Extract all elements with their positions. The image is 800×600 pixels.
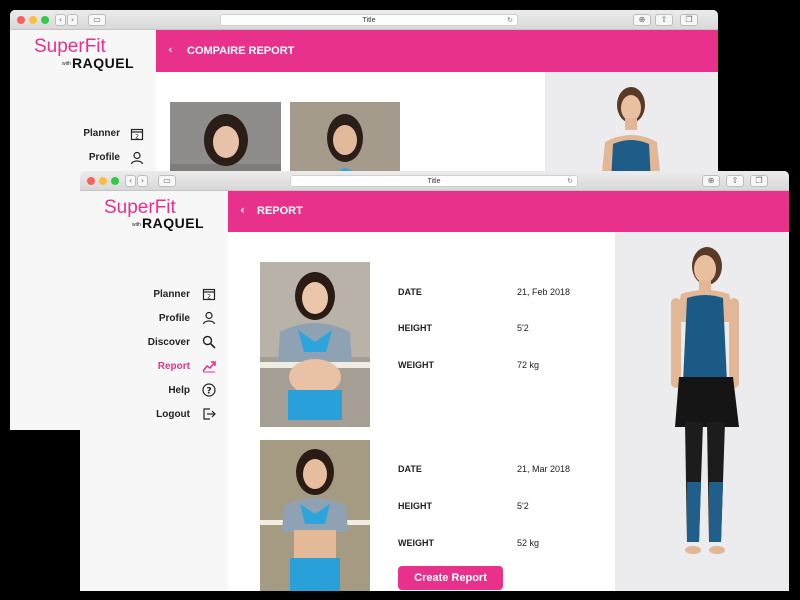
sidebar-item-label: Report: [157, 361, 190, 372]
page-title: Title: [362, 17, 376, 24]
sidebar-item-planner[interactable]: Planner 2: [10, 127, 156, 141]
share-icon[interactable]: ⇧: [655, 14, 673, 26]
sidebar-item-label: Discover: [147, 337, 190, 348]
sidebar-item-report[interactable]: Report: [80, 359, 228, 374]
header-title: COMPAIRE REPORT: [187, 45, 295, 57]
weight-value: 52 kg: [517, 538, 540, 548]
forward-nav-button[interactable]: ›: [137, 175, 148, 187]
calendar-icon: 2: [130, 128, 144, 141]
sidebar-item-label: Help: [168, 385, 190, 396]
download-icon[interactable]: ⊕: [633, 14, 651, 26]
weight-label: WEIGHT: [398, 538, 434, 548]
sidebar-item-label: Planner: [83, 128, 120, 139]
sidebar-item-label: Logout: [156, 409, 190, 420]
address-bar[interactable]: Title ↻: [220, 14, 518, 26]
logo-raquel: RAQUEL: [142, 215, 205, 231]
user-icon: [202, 311, 216, 325]
back-nav-button[interactable]: ‹: [55, 14, 66, 26]
share-icon[interactable]: ⇧: [726, 175, 744, 187]
svg-text:2: 2: [135, 134, 139, 141]
download-icon[interactable]: ⊕: [702, 175, 720, 187]
sidebar-item-help[interactable]: Help ?: [80, 383, 228, 398]
back-chevron-icon[interactable]: ‹: [240, 203, 245, 217]
height-label: HEIGHT: [398, 501, 433, 511]
sidebar-toggle-icon[interactable]: ▭: [158, 175, 176, 187]
minimize-window-button[interactable]: [29, 16, 37, 24]
progress-photo: [260, 262, 370, 427]
address-bar[interactable]: Title ↻: [290, 175, 578, 187]
maximize-window-button[interactable]: [41, 16, 49, 24]
page-header: ‹ REPORT: [228, 191, 789, 232]
progress-photo-after: [290, 102, 400, 182]
trending-up-icon: [202, 361, 216, 373]
sidebar-item-planner[interactable]: Planner 2: [80, 287, 228, 302]
tabs-icon[interactable]: ❐: [750, 175, 768, 187]
help-icon: ?: [202, 383, 216, 397]
back-nav-button[interactable]: ‹: [125, 175, 136, 187]
report-entry: DATE 21, Feb 2018 HEIGHT 5'2 WEIGHT 72 k…: [228, 262, 615, 430]
date-label: DATE: [398, 287, 422, 297]
create-report-button[interactable]: Create Report: [398, 566, 503, 590]
weight-value: 72 kg: [517, 360, 540, 370]
date-label: DATE: [398, 464, 422, 474]
reload-icon[interactable]: ↻: [567, 176, 573, 187]
browser-toolbar: ‹ › ▭ Title ↻ ⊕ ⇧ ❐: [10, 10, 718, 30]
page-title: Title: [427, 178, 441, 185]
sidebar-item-discover[interactable]: Discover: [80, 335, 228, 350]
logout-icon: [203, 408, 216, 420]
reload-icon[interactable]: ↻: [507, 15, 513, 26]
calendar-icon: 2: [202, 288, 216, 301]
close-window-button[interactable]: [17, 16, 25, 24]
sidebar-item-profile[interactable]: Profile: [10, 151, 156, 165]
height-value: 5'2: [517, 323, 529, 333]
search-icon: [202, 335, 216, 349]
height-label: HEIGHT: [398, 323, 433, 333]
sidebar-toggle-icon[interactable]: ▭: [88, 14, 106, 26]
sidebar-item-logout[interactable]: Logout: [80, 407, 228, 422]
svg-text:?: ?: [206, 387, 211, 397]
svg-text:2: 2: [207, 294, 211, 301]
user-icon: [130, 151, 144, 165]
sidebar-item-label: Planner: [153, 289, 190, 300]
date-value: 21, Feb 2018: [517, 287, 571, 297]
sidebar-item-label: Profile: [158, 313, 190, 324]
close-window-button[interactable]: [87, 177, 95, 185]
browser-toolbar: ‹ › ▭ Title ↻ ⊕ ⇧ ❐: [80, 171, 789, 191]
date-value: 21, Mar 2018: [517, 464, 571, 474]
weight-label: WEIGHT: [398, 360, 434, 370]
page-header: ‹ COMPAIRE REPORT: [156, 30, 718, 72]
logo-with: with: [132, 222, 141, 228]
header-title: REPORT: [257, 205, 303, 217]
progress-photo-before: [170, 102, 281, 182]
logo-with: with: [62, 61, 71, 67]
maximize-window-button[interactable]: [111, 177, 119, 185]
minimize-window-button[interactable]: [99, 177, 107, 185]
sidebar-item-label: Profile: [88, 152, 120, 163]
tabs-icon[interactable]: ❐: [680, 14, 698, 26]
progress-photo: [260, 440, 370, 591]
logo-raquel: RAQUEL: [72, 55, 135, 71]
report-entry: DATE 21, Mar 2018 HEIGHT 5'2 WEIGHT 52 k…: [228, 440, 615, 591]
back-chevron-icon[interactable]: ‹: [168, 43, 173, 56]
forward-nav-button[interactable]: ›: [67, 14, 78, 26]
sidebar: SuperFit with RAQUEL Planner 2 Profile D…: [80, 191, 228, 591]
front-browser-window: ‹ › ▭ Title ↻ ⊕ ⇧ ❐ SuperFit with RAQUEL…: [80, 171, 789, 591]
model-photo-panel: [615, 232, 789, 591]
height-value: 5'2: [517, 501, 529, 511]
sidebar-item-profile[interactable]: Profile: [80, 311, 228, 326]
